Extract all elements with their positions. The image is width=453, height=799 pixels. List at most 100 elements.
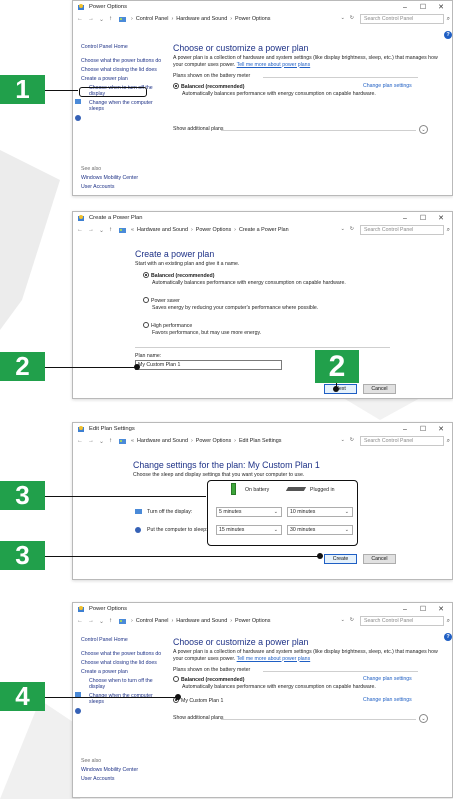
recent-locations-icon[interactable]: ⌄: [99, 618, 104, 625]
display-plugged-select[interactable]: 10 minutes ⌄: [287, 507, 353, 517]
change-plan-settings-link[interactable]: Change plan settings: [363, 697, 412, 704]
radio-balanced[interactable]: [143, 272, 149, 278]
breadcrumb-item[interactable]: Edit Plan Settings: [239, 438, 282, 444]
close-button[interactable]: ✕: [432, 1, 450, 13]
recent-locations-icon[interactable]: ⌄: [99, 227, 104, 234]
sidebar-item-power-buttons[interactable]: Choose what the power buttons do: [81, 58, 163, 64]
close-button[interactable]: ✕: [432, 423, 450, 435]
forward-arrow-icon[interactable]: →: [88, 227, 94, 233]
up-arrow-icon[interactable]: ↑: [109, 438, 112, 444]
breadcrumb-item[interactable]: Hardware and Sound: [176, 618, 227, 624]
show-additional-plans[interactable]: Show additional plans: [173, 715, 223, 722]
refresh-icon[interactable]: ↻: [350, 15, 354, 21]
sidebar-item-user-accounts[interactable]: User Accounts: [81, 776, 138, 782]
search-icon[interactable]: ⌕: [447, 15, 450, 23]
refresh-icon[interactable]: ↻: [350, 226, 354, 232]
breadcrumb-item[interactable]: Control Panel: [136, 618, 169, 624]
close-button[interactable]: ✕: [432, 603, 450, 615]
plan-name-input[interactable]: My Custom Plan 1: [135, 360, 282, 370]
search-icon[interactable]: ⌕: [447, 226, 450, 234]
minimize-button[interactable]: –: [396, 1, 414, 13]
radio-power-saver[interactable]: [143, 297, 149, 303]
plan-balanced[interactable]: Balanced (recommended): [173, 83, 244, 91]
forward-arrow-icon[interactable]: →: [88, 618, 94, 624]
minimize-button[interactable]: –: [396, 423, 414, 435]
breadcrumb-item[interactable]: Hardware and Sound: [137, 227, 188, 233]
forward-arrow-icon[interactable]: →: [88, 16, 94, 22]
minimize-button[interactable]: –: [396, 603, 414, 615]
search-input[interactable]: Search Control Panel ⌕: [360, 225, 450, 235]
sidebar-home-link[interactable]: Control Panel Home: [81, 44, 163, 50]
plan-option-balanced[interactable]: Balanced (recommended): [143, 272, 214, 280]
up-arrow-icon[interactable]: ↑: [109, 16, 112, 22]
plan-option-power-saver[interactable]: Power saver: [143, 297, 180, 305]
back-arrow-icon[interactable]: ←: [77, 16, 83, 22]
search-icon[interactable]: ⌕: [447, 617, 450, 625]
recent-locations-icon[interactable]: ⌄: [99, 16, 104, 23]
breadcrumb-item[interactable]: Control Panel: [136, 16, 169, 22]
refresh-icon[interactable]: ↻: [350, 617, 354, 623]
refresh-icon[interactable]: ↻: [350, 437, 354, 443]
sidebar-item-sleep[interactable]: Change when the computer sleeps: [81, 693, 163, 705]
radio-high-performance[interactable]: [143, 322, 149, 328]
search-icon[interactable]: ⌕: [447, 437, 450, 445]
breadcrumb-item[interactable]: Hardware and Sound: [176, 16, 227, 22]
change-plan-settings-link[interactable]: Change plan settings: [363, 83, 412, 90]
show-additional-plans[interactable]: Show additional plans: [173, 126, 223, 133]
sidebar-item-closing-lid[interactable]: Choose what closing the lid does: [81, 67, 163, 73]
address-dropdown-icon[interactable]: ⌄: [341, 437, 345, 443]
cancel-button[interactable]: Cancel: [363, 384, 396, 394]
sleep-battery-select[interactable]: 15 minutes ⌄: [216, 525, 282, 535]
cancel-button[interactable]: Cancel: [363, 554, 396, 564]
breadcrumb-item[interactable]: Create a Power Plan: [239, 227, 289, 233]
display-battery-select[interactable]: 5 minutes ⌄: [216, 507, 282, 517]
back-arrow-icon[interactable]: ←: [77, 618, 83, 624]
plan-radio[interactable]: [173, 676, 179, 682]
next-button[interactable]: Next: [324, 384, 357, 394]
sidebar-item-power-buttons[interactable]: Choose what the power buttons do: [81, 651, 163, 657]
create-button[interactable]: Create: [324, 554, 357, 564]
help-icon[interactable]: ?: [444, 31, 452, 39]
sidebar-item-mobility-center[interactable]: Windows Mobility Center: [81, 175, 138, 181]
forward-arrow-icon[interactable]: →: [88, 438, 94, 444]
breadcrumb-item[interactable]: Power Options: [235, 618, 270, 624]
recent-locations-icon[interactable]: ⌄: [99, 438, 104, 445]
back-arrow-icon[interactable]: ←: [77, 438, 83, 444]
sidebar-home-link[interactable]: Control Panel Home: [81, 637, 163, 643]
breadcrumb-item[interactable]: Power Options: [196, 438, 231, 444]
plan-option-high-performance[interactable]: High performance: [143, 322, 192, 330]
chevron-down-icon[interactable]: ⌄: [419, 714, 428, 723]
breadcrumb-item[interactable]: Power Options: [235, 16, 270, 22]
sidebar-item-create-plan[interactable]: Create a power plan: [81, 76, 163, 82]
sidebar-item-mobility-center[interactable]: Windows Mobility Center: [81, 767, 138, 773]
tell-me-more-link[interactable]: Tell me more about power plans: [237, 62, 311, 68]
breadcrumb-item[interactable]: Power Options: [196, 227, 231, 233]
tell-me-more-link[interactable]: Tell me more about power plans: [237, 656, 311, 662]
up-arrow-icon[interactable]: ↑: [109, 618, 112, 624]
breadcrumb-item[interactable]: Hardware and Sound: [137, 438, 188, 444]
up-arrow-icon[interactable]: ↑: [109, 227, 112, 233]
maximize-button[interactable]: ☐: [414, 1, 432, 13]
plan-radio-selected[interactable]: [173, 83, 179, 89]
sidebar-item-create-plan[interactable]: Create a power plan: [81, 669, 163, 675]
back-arrow-icon[interactable]: ←: [77, 227, 83, 233]
sleep-plugged-select[interactable]: 30 minutes ⌄: [287, 525, 353, 535]
maximize-button[interactable]: ☐: [414, 423, 432, 435]
maximize-button[interactable]: ☐: [414, 603, 432, 615]
search-input[interactable]: Search Control Panel ⌕: [360, 616, 450, 626]
minimize-button[interactable]: –: [396, 212, 414, 224]
search-input[interactable]: Search Control Panel ⌕: [360, 436, 450, 446]
maximize-button[interactable]: ☐: [414, 212, 432, 224]
plan-balanced[interactable]: Balanced (recommended): [173, 676, 244, 684]
close-button[interactable]: ✕: [432, 212, 450, 224]
sidebar-item-display[interactable]: Choose when to turn off the display: [81, 678, 163, 690]
address-dropdown-icon[interactable]: ⌄: [341, 226, 345, 232]
sidebar-item-closing-lid[interactable]: Choose what closing the lid does: [81, 660, 163, 666]
address-dropdown-icon[interactable]: ⌄: [341, 617, 345, 623]
address-dropdown-icon[interactable]: ⌄: [341, 15, 345, 21]
sidebar-item-user-accounts[interactable]: User Accounts: [81, 184, 138, 190]
help-icon[interactable]: ?: [444, 633, 452, 641]
change-plan-settings-link[interactable]: Change plan settings: [363, 676, 412, 683]
sidebar-item-sleep[interactable]: Change when the computer sleeps: [81, 100, 163, 112]
search-input[interactable]: Search Control Panel ⌕: [360, 14, 450, 24]
